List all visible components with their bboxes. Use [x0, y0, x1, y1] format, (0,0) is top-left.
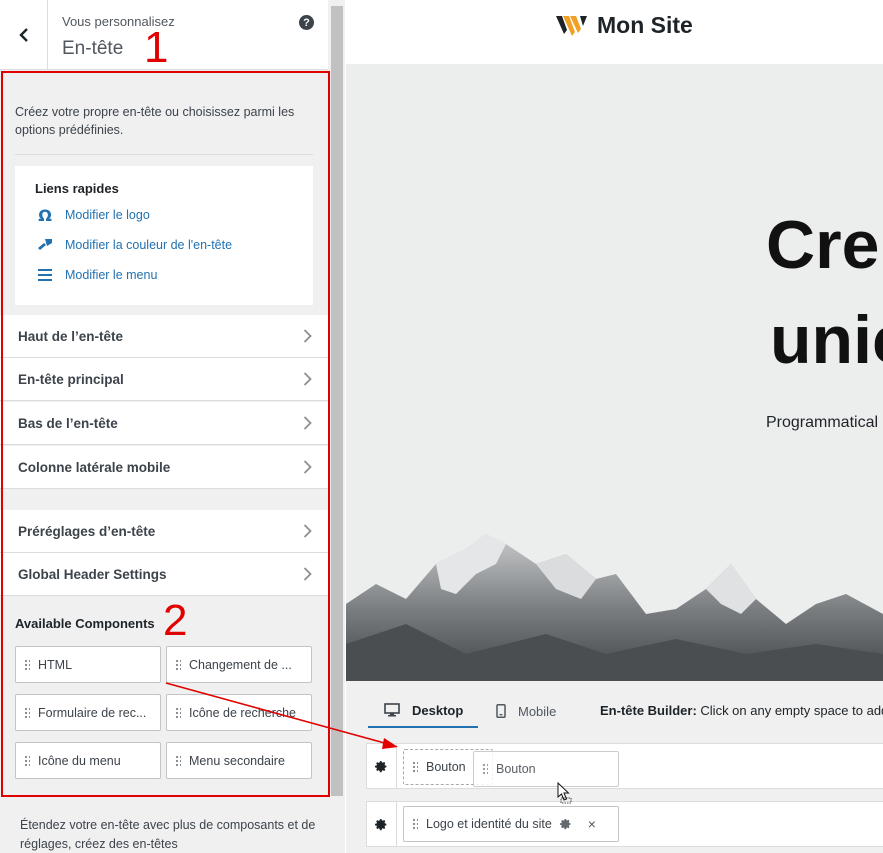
available-components-title: Available Components: [15, 616, 155, 631]
site-title[interactable]: Mon Site: [597, 12, 693, 39]
component-label: Menu secondaire: [189, 753, 285, 768]
component-secondary-menu[interactable]: Menu secondaire: [166, 742, 312, 779]
site-preview: Mon Site Cre unic Programmatical: [346, 0, 883, 853]
chevron-right-icon: [303, 567, 312, 581]
component-label: Icône du menu: [38, 753, 121, 768]
quick-link-label: Modifier le menu: [65, 268, 158, 282]
back-button[interactable]: [0, 0, 48, 70]
drag-handle-icon: [175, 658, 181, 671]
gear-icon: [375, 760, 387, 772]
hero-heading-line1: Cre: [766, 207, 880, 283]
chip-settings-button[interactable]: [559, 818, 572, 830]
scrollbar-thumb[interactable]: [331, 6, 343, 796]
chevron-right-icon: [303, 460, 312, 474]
gear-icon: [559, 819, 571, 830]
drag-handle-icon: [24, 754, 30, 767]
quick-links-title: Liens rapides: [35, 181, 119, 196]
desktop-monitor-icon: [384, 703, 400, 717]
extend-text: Étendez votre en-tête avec plus de compo…: [20, 818, 316, 851]
tab-label: Desktop: [412, 702, 464, 718]
divider: [15, 154, 313, 155]
section-label: Bas de l’en-tête: [18, 415, 118, 431]
quick-links-box: Liens rapides Ω Modifier le logo Modifie…: [15, 166, 313, 305]
drag-handle-icon: [24, 706, 30, 719]
quick-link-menu[interactable]: Modifier le menu: [35, 267, 157, 283]
tab-mobile[interactable]: Mobile: [496, 694, 556, 728]
help-icon[interactable]: ?: [299, 15, 314, 30]
section-colonne-laterale-mobile[interactable]: Colonne latérale mobile: [0, 446, 328, 489]
header-builder-panel: Desktop Mobile En-tête Builder: Click on…: [346, 681, 883, 853]
chip-remove-button[interactable]: ×: [588, 816, 596, 832]
component-label: HTML: [38, 657, 73, 672]
gear-icon: [375, 818, 387, 830]
component-label: Changement de ...: [189, 657, 292, 672]
builder-row-top[interactable]: Bouton Bouton: [366, 743, 883, 789]
drag-handle-icon: [412, 761, 418, 773]
site-header: Mon Site: [346, 0, 883, 64]
section-label: Préréglages d’en-tête: [18, 523, 156, 539]
panel-description: Créez votre propre en-tête ou choisissez…: [15, 105, 295, 137]
customizer-sidebar: Vous personnalisez En-tête ? Créez votre…: [0, 0, 345, 853]
mountains-image: [346, 534, 883, 681]
chevron-right-icon: [303, 329, 312, 343]
row-settings-button[interactable]: [367, 802, 397, 846]
section-label: En-tête principal: [18, 371, 124, 387]
drag-handle-icon: [482, 763, 488, 775]
component-menu-icon[interactable]: Icône du menu: [15, 742, 161, 779]
component-search-form[interactable]: Formulaire de rec...: [15, 694, 161, 731]
row-settings-button[interactable]: [367, 744, 397, 788]
section-prereglages[interactable]: Préréglages d’en-tête: [0, 510, 328, 553]
section-global-header-settings[interactable]: Global Header Settings: [0, 553, 328, 596]
quick-link-label: Modifier la couleur de l'en-tête: [65, 238, 233, 252]
site-logo-icon: [556, 16, 587, 36]
chevron-right-icon: [303, 416, 312, 430]
drag-handle-icon: [24, 658, 30, 671]
builder-row-main[interactable]: Logo et identité du site ×: [366, 801, 883, 847]
section-haut-en-tete[interactable]: Haut de l’en-tête: [0, 315, 328, 358]
section-label: Global Header Settings: [18, 566, 167, 582]
drag-handle-icon: [175, 754, 181, 767]
annotation-number-2: 2: [163, 596, 188, 645]
svg-text:Ω: Ω: [38, 208, 52, 222]
dragging-bouton-chip[interactable]: Bouton: [473, 751, 619, 787]
component-label: Icône de recherche: [189, 705, 297, 720]
builder-hint: En-tête Builder: Click on any empty spac…: [600, 703, 883, 718]
hero-subtext: Programmatical: [766, 414, 879, 431]
component-changement[interactable]: Changement de ...: [166, 646, 312, 683]
tab-desktop[interactable]: Desktop: [368, 694, 478, 728]
section-label: Colonne latérale mobile: [18, 459, 171, 475]
hero-heading-line2: unic: [770, 302, 883, 378]
menu-lines-icon: [35, 267, 55, 283]
component-html[interactable]: HTML: [15, 646, 161, 683]
chevron-left-icon: [18, 28, 28, 42]
builder-hint-text: Click on any empty space to add: [696, 703, 883, 718]
move-cursor-icon: [557, 782, 572, 804]
section-label: Haut de l’en-tête: [18, 328, 124, 344]
drag-handle-icon: [175, 706, 181, 719]
annotation-number-1: 1: [144, 23, 169, 72]
quick-link-label: Modifier le logo: [65, 208, 150, 222]
tab-label: Mobile: [518, 703, 557, 719]
quick-link-header-color[interactable]: Modifier la couleur de l'en-tête: [35, 237, 232, 253]
chip-label: Bouton: [496, 762, 536, 776]
chevron-right-icon: [303, 524, 312, 538]
paint-brush-icon: [35, 237, 55, 253]
chip-label: Logo et identité du site: [426, 817, 552, 831]
drag-handle-icon: [412, 818, 418, 830]
section-en-tete-principal[interactable]: En-tête principal: [0, 358, 328, 401]
chip-label: Bouton: [426, 760, 466, 774]
omega-icon: Ω: [35, 207, 55, 223]
hero-section: Cre unic Programmatical: [346, 64, 883, 681]
component-label: Formulaire de rec...: [38, 705, 147, 720]
logo-identity-chip[interactable]: Logo et identité du site ×: [403, 806, 619, 842]
mobile-phone-icon: [496, 704, 506, 718]
chevron-right-icon: [303, 372, 312, 386]
panel-title: En-tête: [62, 38, 124, 59]
component-search-icon[interactable]: Icône de recherche: [166, 694, 312, 731]
quick-link-logo[interactable]: Ω Modifier le logo: [35, 207, 150, 223]
builder-hint-label: En-tête Builder:: [600, 703, 697, 718]
section-bas-en-tete[interactable]: Bas de l’en-tête: [0, 402, 328, 445]
